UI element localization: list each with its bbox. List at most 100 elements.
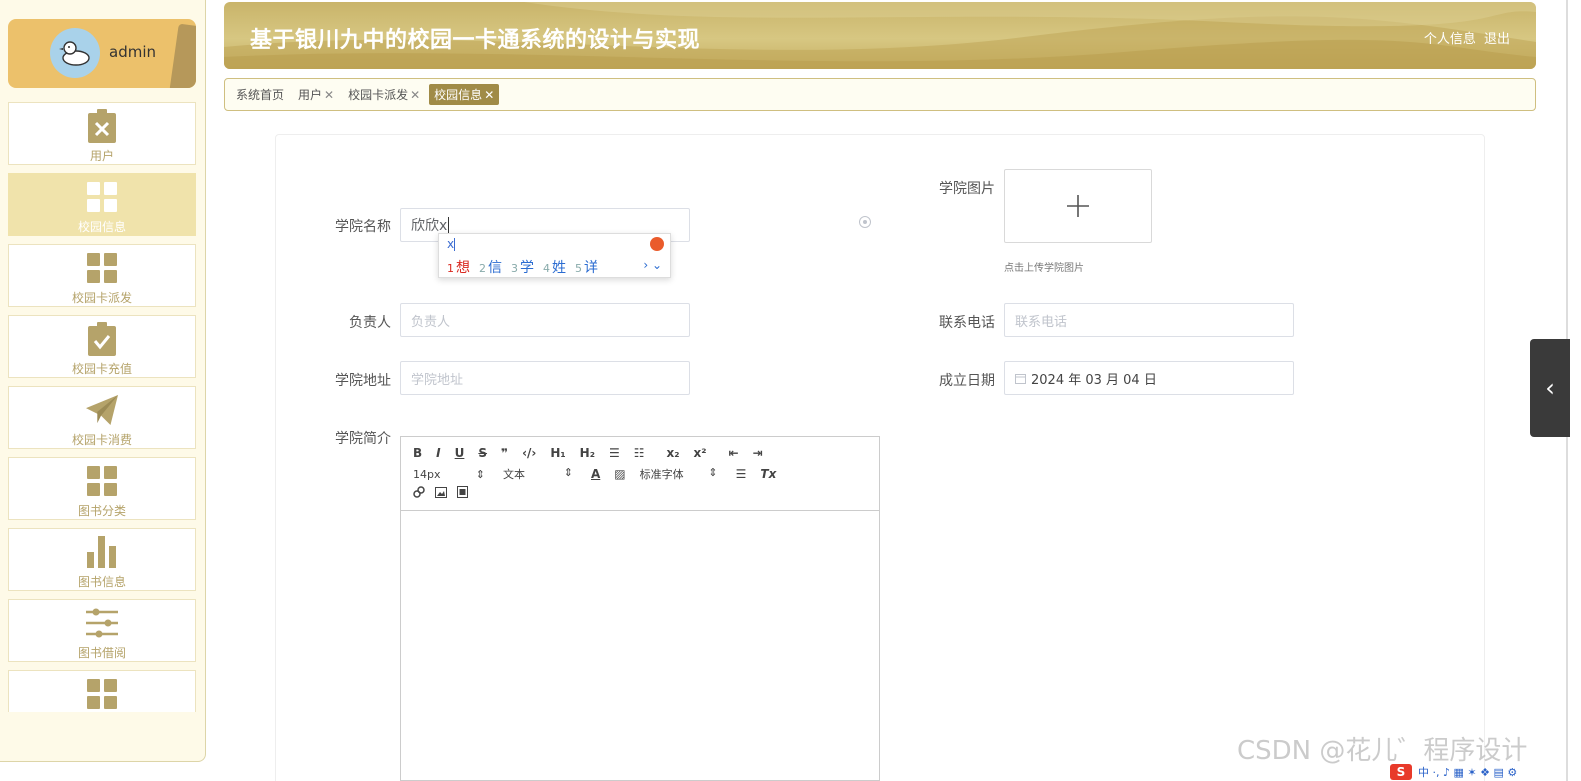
sidebar-item-3[interactable]: 校园卡派发 (8, 244, 196, 307)
college-name-value: 欣欣x (411, 218, 448, 234)
outdent-icon[interactable]: ⇤ (729, 446, 739, 460)
founded-date-value: 2024 年 03 月 04 日 (1031, 372, 1157, 388)
ime-candidate[interactable]: 4姓 (543, 257, 566, 277)
ime-candidate-number: 4 (543, 262, 550, 275)
app-header: 基于银川九中的校园一卡通系统的设计与实现 个人信息 退出 (224, 2, 1536, 69)
heading2-icon[interactable]: H₂ (580, 446, 595, 460)
sidebar-item-5[interactable]: 校园卡消费 (8, 386, 196, 449)
tab-label: 系统首页 (236, 88, 285, 102)
tab-label: 校园信息 (434, 88, 483, 102)
sidebar-menu: 用户校园信息校园卡派发校园卡充值校园卡消费图书分类图书信息图书借阅 (8, 102, 196, 712)
header-links: 个人信息 退出 (1420, 28, 1510, 47)
sidebar: admin 用户校园信息校园卡派发校园卡充值校园卡消费图书分类图书信息图书借阅 (0, 0, 206, 762)
sidebar-item-1[interactable]: 用户 (8, 102, 196, 165)
manager-label: 负责人 (349, 315, 391, 331)
intro-label: 学院简介 (335, 431, 391, 447)
sidebar-item-label: 校园卡充值 (71, 362, 132, 376)
close-icon[interactable]: ✕ (484, 88, 494, 102)
font-size-select[interactable]: 14px ⇕ (413, 468, 485, 481)
tab-bar: 系统首页 用户 ✕ 校园卡派发 ✕ 校园信息 ✕ (224, 78, 1536, 111)
tab-label: 校园卡派发 (348, 88, 409, 102)
rich-text-editor: B I U S ❞ ‹/› H₁ H₂ ☰ ☷ x₂ x² ⇤ ⇥ 14px ⇕ 文本 ⇕ A ▨ 标准字体 ⇕… (400, 436, 880, 781)
phone-input[interactable]: 联系电话 (1004, 303, 1294, 337)
tab-2[interactable]: 用户 ✕ (293, 84, 339, 105)
clipboard-check-icon (86, 321, 118, 356)
ime-candidate-text: 详 (584, 260, 598, 276)
sidebar-item-6[interactable]: 图书分类 (8, 457, 196, 520)
heading1-icon[interactable]: H₁ (550, 446, 565, 460)
link-icon[interactable] (413, 486, 425, 501)
font-family-value: 标准字体 (639, 468, 684, 481)
ime-candidate-text: 想 (456, 260, 470, 276)
address-input[interactable]: 学院地址 (400, 361, 690, 395)
tab-3[interactable]: 校园卡派发 ✕ (343, 84, 425, 105)
toolbar-row-formatting: B I U S ❞ ‹/› H₁ H₂ ☰ ☷ x₂ x² ⇤ ⇥ (413, 446, 777, 460)
indent-icon[interactable]: ⇥ (753, 446, 763, 460)
tray-icons[interactable]: 中 ·, ♪ ▦ ✶ ❖ ▤ ⚙ (1418, 764, 1517, 780)
bold-icon[interactable]: B (413, 446, 422, 460)
clear-icon[interactable] (859, 216, 871, 228)
text-type-select[interactable]: 文本 ⇕ (503, 466, 573, 482)
ime-candidate[interactable]: 3学 (511, 257, 534, 277)
founded-label: 成立日期 (939, 373, 995, 389)
college-image-label: 学院图片 (939, 181, 995, 197)
close-icon[interactable]: ✕ (324, 88, 334, 102)
ime-candidate[interactable]: 5详 (575, 257, 598, 277)
subscript-icon[interactable]: x₂ (667, 446, 680, 460)
manager-input[interactable]: 负责人 (400, 303, 690, 337)
editor-toolbar: B I U S ❞ ‹/› H₁ H₂ ☰ ☷ x₂ x² ⇤ ⇥ 14px ⇕ 文本 ⇕ A ▨ 标准字体 ⇕… (401, 437, 879, 511)
sidebar-item-8[interactable]: 图书借阅 (8, 599, 196, 662)
underline-icon[interactable]: U (455, 446, 465, 460)
select-arrow-icon: ⇕ (708, 466, 718, 479)
tab-1[interactable]: 系统首页 (231, 84, 289, 105)
grid-icon (86, 250, 118, 285)
phone-label: 联系电话 (939, 315, 995, 331)
profile-link[interactable]: 个人信息 (1424, 32, 1476, 47)
sidebar-item-label: 用户 (89, 149, 114, 163)
select-arrow-icon: ⇕ (563, 466, 573, 479)
clear-format-icon[interactable]: Tx (760, 467, 776, 481)
ime-candidate[interactable]: 1想 (447, 257, 470, 277)
tab-4[interactable]: 校园信息 ✕ (429, 84, 500, 105)
grid-icon (86, 463, 118, 498)
sidebar-item-7[interactable]: 图书信息 (8, 528, 196, 591)
clipboard-x-icon (86, 108, 118, 143)
sidebar-item-4[interactable]: 校园卡充值 (8, 315, 196, 378)
ime-candidate[interactable]: 2信 (479, 257, 502, 277)
sidebar-item-label: 校园卡派发 (71, 291, 132, 305)
background-color-icon[interactable]: ▨ (614, 467, 625, 481)
font-family-select[interactable]: 标准字体 ⇕ (640, 466, 718, 482)
logout-link[interactable]: 退出 (1484, 32, 1510, 47)
calendar-icon (1015, 373, 1026, 384)
font-size-value: 14px (413, 467, 441, 481)
font-color-icon[interactable]: A (591, 467, 600, 481)
sidebar-item-label: 图书借阅 (77, 646, 126, 660)
user-profile[interactable]: admin (8, 19, 196, 88)
video-icon[interactable] (457, 486, 468, 501)
image-upload-box[interactable] (1004, 169, 1152, 243)
ime-nav-icon[interactable]: › ⌄ (643, 258, 662, 272)
bar-chart-icon (86, 534, 118, 569)
ime-candidate-number: 5 (575, 262, 582, 275)
italic-icon[interactable]: I (436, 446, 440, 460)
sidebar-item-label: 校园信息 (77, 220, 126, 234)
close-icon[interactable]: ✕ (410, 88, 420, 102)
text-caret (448, 217, 450, 233)
profile-decoration (169, 23, 196, 88)
quote-icon[interactable]: ❞ (501, 446, 508, 460)
superscript-icon[interactable]: x² (694, 446, 707, 460)
code-icon[interactable]: ‹/› (522, 446, 536, 460)
strikethrough-icon[interactable]: S (478, 446, 487, 460)
sidebar-item-9[interactable] (8, 670, 196, 712)
upload-tip: 点击上传学院图片 (1004, 263, 1084, 274)
sidebar-item-2[interactable]: 校园信息 (8, 173, 196, 236)
chevron-left-icon: ‹ (1545, 374, 1555, 402)
ordered-list-icon[interactable]: ☰ (609, 446, 620, 460)
image-icon[interactable] (435, 486, 447, 501)
align-icon[interactable]: ☰ (736, 467, 747, 481)
founded-date-picker[interactable]: 2024 年 03 月 04 日 (1004, 361, 1294, 395)
collapse-panel-button[interactable]: ‹ (1530, 339, 1570, 437)
paper-plane-icon (86, 392, 118, 427)
bullet-list-icon[interactable]: ☷ (634, 446, 645, 460)
ime-candidate-number: 1 (447, 262, 454, 275)
